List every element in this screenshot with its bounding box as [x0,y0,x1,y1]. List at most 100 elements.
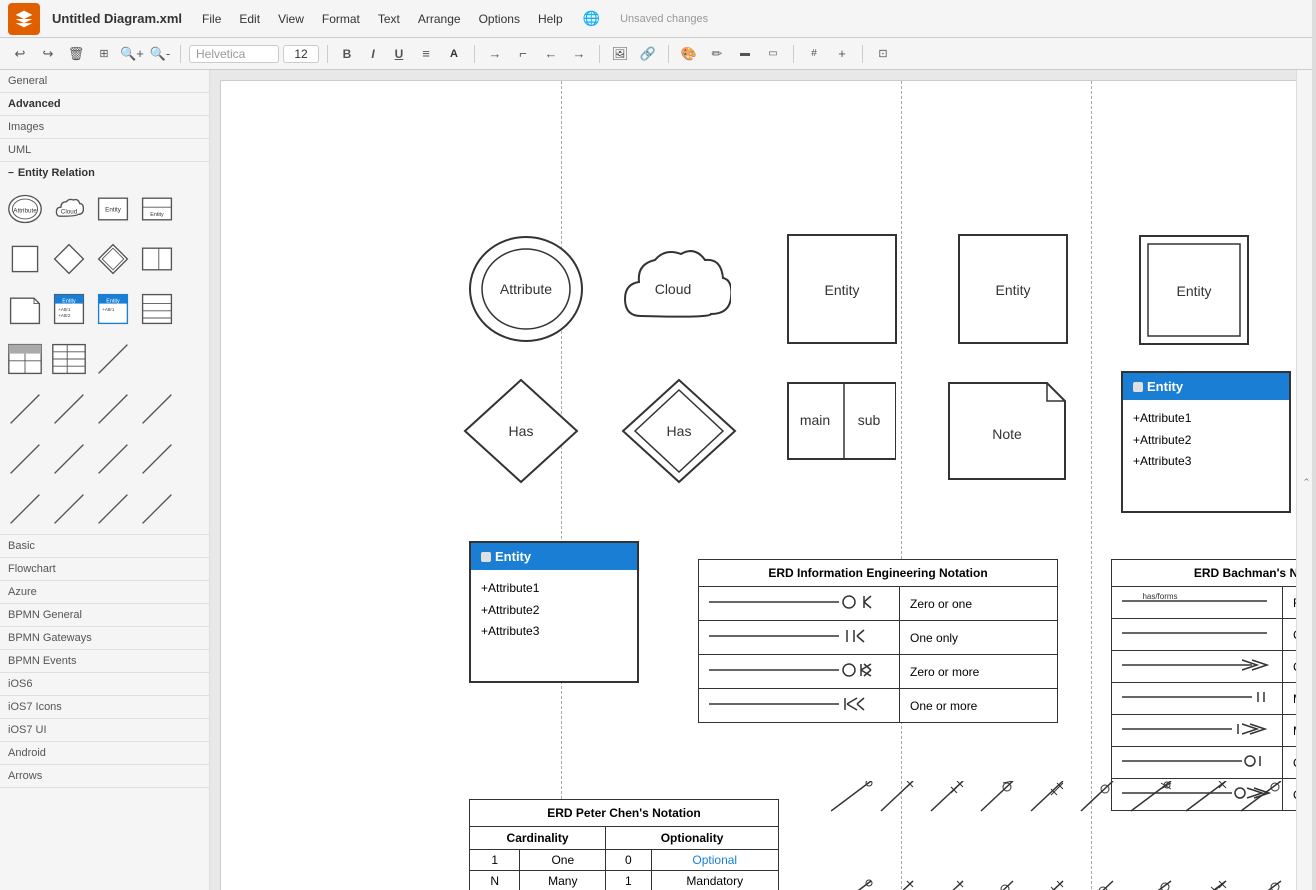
redo-button[interactable]: ↪ [36,42,60,66]
sidebar-line-4[interactable] [136,388,178,430]
undo-button[interactable]: ↩ [8,42,32,66]
delete-button[interactable]: 🗑 [64,42,88,66]
italic-button[interactable]: I [362,43,384,65]
sidebar-entity-relation-header[interactable]: − Entity Relation [0,162,209,184]
minimize-icon-left[interactable] [481,552,491,562]
rect-line-button[interactable]: ▭ [761,42,785,66]
sidebar-line-7[interactable] [92,438,134,480]
sidebar-shape-entity-attrs2[interactable]: Entity+Attr1 [92,288,134,330]
note-shape-canvas[interactable]: Note [947,381,1067,484]
menu-edit[interactable]: Edit [231,10,268,28]
font-size-input[interactable] [283,45,319,63]
sidebar-shape-entity-plain[interactable]: Entity [92,188,134,230]
unsaved-label: Unsaved changes [620,13,708,25]
minimize-icon[interactable] [1133,382,1143,392]
rect-fill-button[interactable]: ▬ [733,42,757,66]
menu-arrange[interactable]: Arrange [410,10,469,28]
sidebar-shape-entity-square[interactable] [4,238,46,280]
arrow-bend-button[interactable]: ⌐ [511,42,535,66]
entity-attrs-left[interactable]: Entity +Attribute1 +Attribute2 +Attribut… [469,541,639,683]
diamond1-shape[interactable]: Has [461,376,581,489]
sidebar-shape-cloud[interactable]: Cloud [48,188,90,230]
diamond2-shape[interactable]: Has [619,376,739,489]
sidebar-shape-table[interactable] [136,288,178,330]
font-name-input[interactable] [189,45,279,63]
sidebar-bpmn-events-header[interactable]: BPMN Events [0,650,209,672]
sidebar-ios7-ui-header[interactable]: iOS7 UI [0,719,209,741]
sidebar-shape-attribute[interactable]: Attribute [4,188,46,230]
entity-plain-shape[interactable]: Entity [786,233,898,348]
sidebar-shape-entity-attrs[interactable]: Entity+Attr1+Attr2 [48,288,90,330]
sidebar-line-2[interactable] [48,388,90,430]
sep1 [180,45,181,63]
sidebar-line-8[interactable] [136,438,178,480]
sidebar-ios6-header[interactable]: iOS6 [0,673,209,695]
sidebar-shape-entity-lined[interactable]: Entity [136,188,178,230]
link-button[interactable]: 🔗 [636,42,660,66]
fill-color-button[interactable]: 🎨 [677,42,701,66]
menu-options[interactable]: Options [471,10,528,28]
sidebar-line-5[interactable] [4,438,46,480]
arrow-right2-button[interactable]: → [567,42,591,66]
image-button[interactable]: 🖼 [608,42,632,66]
panel-toggle-button[interactable]: ⊡ [871,42,895,66]
entity-plain2-shape[interactable]: Entity [957,233,1069,348]
sidebar-arrows-header[interactable]: Arrows [0,765,209,787]
sidebar-images-header[interactable]: Images [0,116,209,138]
attribute-shape[interactable]: Attribute [466,229,586,352]
add-button[interactable]: + [830,42,854,66]
sidebar-azure-header[interactable]: Azure [0,581,209,603]
sidebar-line-10[interactable] [48,488,90,530]
menu-text[interactable]: Text [370,10,408,28]
sidebar-bpmn-general-header[interactable]: BPMN General [0,604,209,626]
align-left-button[interactable]: ≡ [414,42,438,66]
line-color-button[interactable]: ✏ [705,42,729,66]
sidebar-section-advanced: Advanced [0,93,209,116]
bachman-row6-label: Optional, One [1283,747,1297,779]
sidebar-shape-line[interactable] [92,338,134,380]
font-color-button[interactable]: A [442,42,466,66]
bold-button[interactable]: B [336,43,358,65]
sidebar-uml-header[interactable]: UML [0,139,209,161]
sidebar-shape-entity-split[interactable] [136,238,178,280]
sidebar-general-header[interactable]: General [0,70,209,92]
menu-file[interactable]: File [194,10,229,28]
sidebar-basic-header[interactable]: Basic [0,535,209,557]
sidebar-bpmn-general-label: BPMN General [8,609,82,621]
sidebar-android-header[interactable]: Android [0,742,209,764]
sidebar-line-9[interactable] [4,488,46,530]
sidebar-shape-table-lines[interactable] [48,338,90,380]
sidebar-flowchart-header[interactable]: Flowchart [0,558,209,580]
arrow-left-button[interactable]: ← [539,42,563,66]
sidebar-shape-note[interactable] [4,288,46,330]
arrow-right-button[interactable]: → [483,42,507,66]
menu-view[interactable]: View [270,10,312,28]
sidebar-entity-shapes-row2 [0,234,209,284]
sidebar-section-basic: Basic [0,535,209,558]
sidebar-line-12[interactable] [136,488,178,530]
sidebar-shape-diamond-double[interactable] [92,238,134,280]
fit-page-button[interactable]: ⊞ [92,42,116,66]
globe-icon: 🌐 [583,10,600,27]
sidebar-line-3[interactable] [92,388,134,430]
menu-help[interactable]: Help [530,10,571,28]
entity-attrs-right[interactable]: Entity +Attribute1 +Attribute2 +Attribut… [1121,371,1291,513]
sidebar-line-11[interactable] [92,488,134,530]
menu-format[interactable]: Format [314,10,368,28]
sidebar-line-6[interactable] [48,438,90,480]
zoom-in-button[interactable]: 🔍+ [120,42,144,66]
cloud-shape[interactable]: Cloud [611,236,731,349]
split-box-shape[interactable]: main sub [786,381,896,464]
entity-double-shape[interactable]: Entity [1138,234,1250,349]
sidebar-ios7-icons-header[interactable]: iOS7 Icons [0,696,209,718]
grid-button[interactable]: # [802,42,826,66]
sidebar-line-1[interactable] [4,388,46,430]
sidebar-shape-diamond[interactable] [48,238,90,280]
sidebar-advanced-header[interactable]: Advanced [0,93,209,115]
sidebar-bpmn-gateways-header[interactable]: BPMN Gateways [0,627,209,649]
canvas[interactable]: Attribute Cloud Entity [220,80,1296,890]
zoom-out-button[interactable]: 🔍- [148,42,172,66]
underline-button[interactable]: U [388,43,410,65]
canvas-area[interactable]: Attribute Cloud Entity [210,70,1296,890]
sidebar-shape-table-alt[interactable] [4,338,46,380]
